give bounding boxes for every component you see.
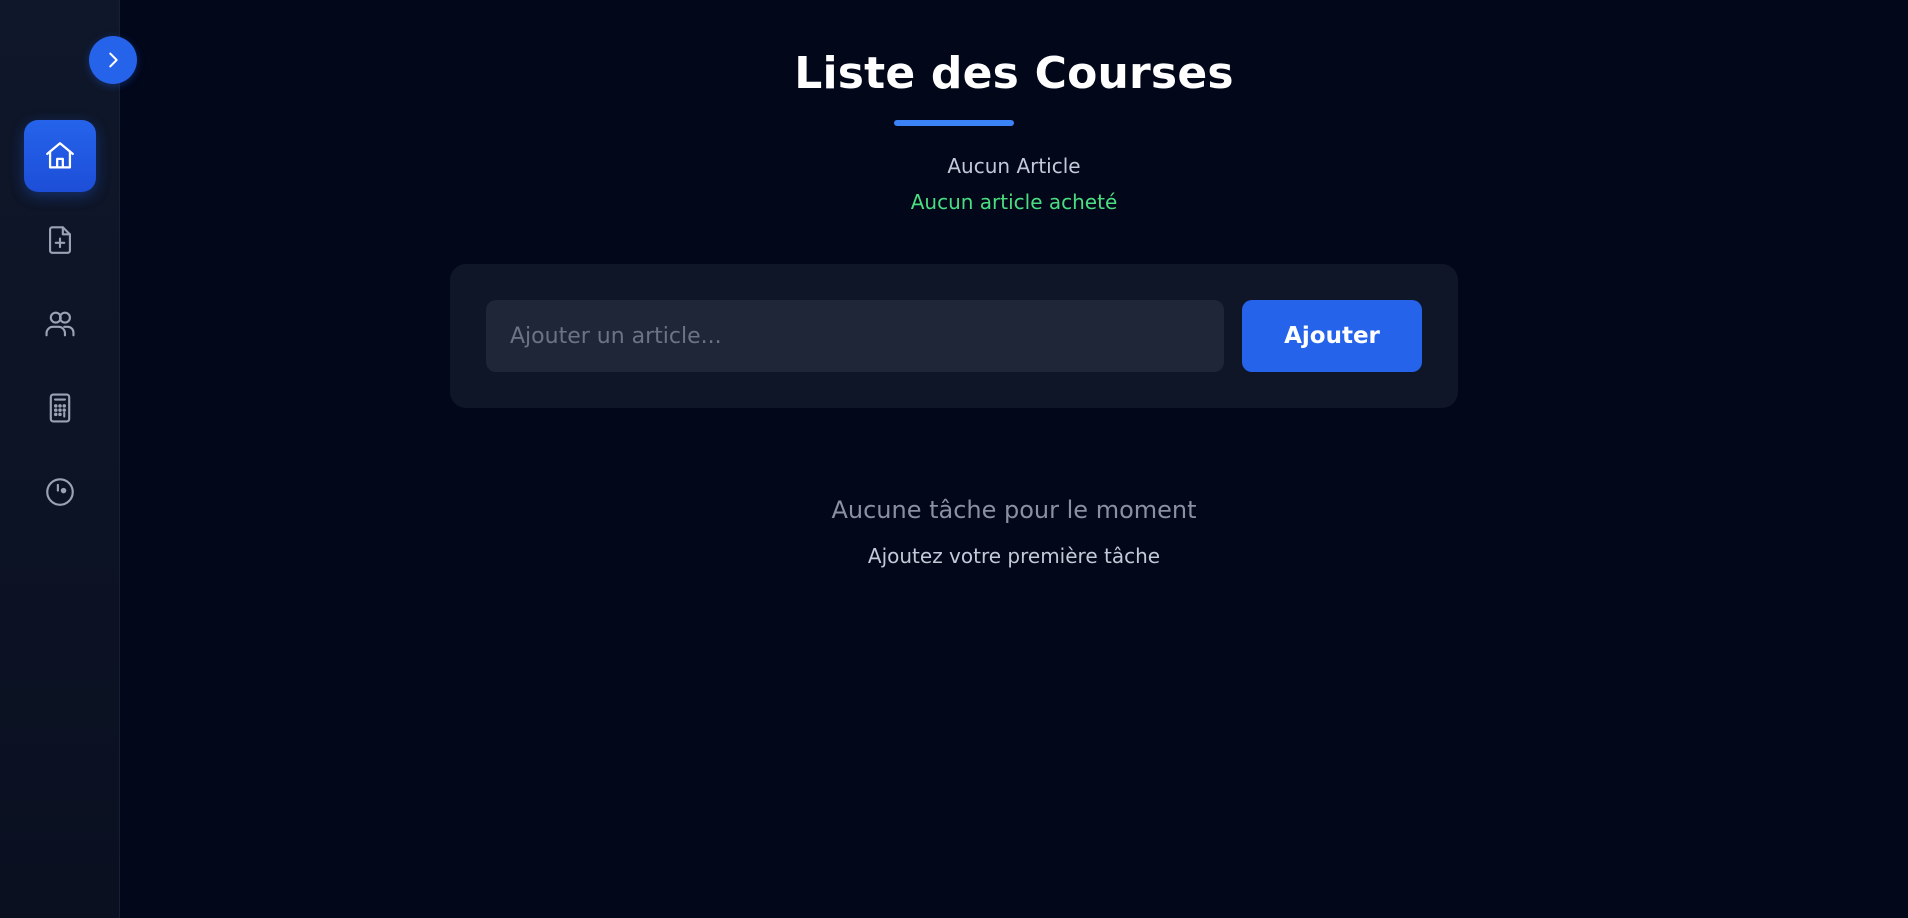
empty-state-title: Aucune tâche pour le moment [831, 496, 1197, 524]
add-button[interactable]: Ajouter [1242, 300, 1422, 372]
bought-status-text: Aucun article acheté [910, 190, 1118, 214]
file-plus-icon [49, 226, 71, 254]
item-count-text: Aucun Article [947, 154, 1081, 178]
sidebar-item-calculator[interactable] [24, 372, 96, 444]
gauge-icon [46, 478, 74, 506]
sidebar [0, 0, 120, 918]
add-item-input[interactable] [486, 300, 1224, 372]
users-icon [45, 311, 75, 337]
add-item-card: Ajouter [450, 264, 1458, 408]
chevron-right-icon [109, 52, 118, 68]
sidebar-item-users[interactable] [24, 288, 96, 360]
sidebar-item-home[interactable] [24, 120, 96, 192]
main-content: Liste des Courses Aucun Article Aucun ar… [120, 0, 1908, 918]
sidebar-toggle-button[interactable] [89, 36, 137, 84]
sidebar-item-add-file[interactable] [24, 204, 96, 276]
home-icon [46, 142, 74, 169]
empty-state-subtitle: Ajoutez votre première tâche [867, 544, 1161, 568]
sidebar-item-dashboard[interactable] [24, 456, 96, 528]
app-window: Liste des Courses Aucun Article Aucun ar… [0, 0, 1908, 918]
title-underline [894, 120, 1014, 126]
calculator-icon [49, 393, 71, 423]
page-title: Liste des Courses [794, 48, 1234, 99]
